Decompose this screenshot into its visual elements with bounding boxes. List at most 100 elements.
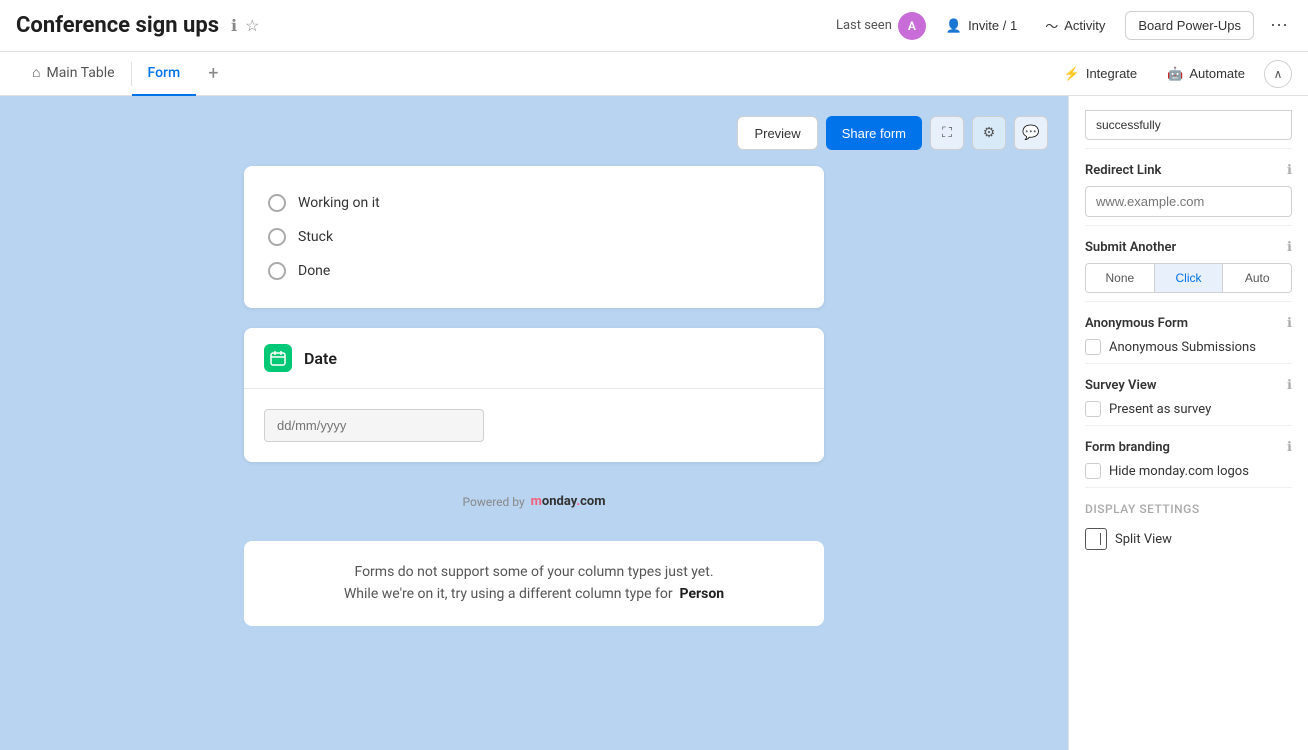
radio-option-stuck: Stuck — [268, 220, 800, 254]
success-text-input[interactable] — [1085, 110, 1292, 140]
hide-logos-checkbox[interactable] — [1085, 463, 1101, 479]
redirect-link-header: Redirect Link ℹ — [1085, 163, 1292, 178]
submit-another-info-icon[interactable]: ℹ — [1287, 240, 1292, 255]
main-content: Preview Share form ⛶ ⚙ 💬 Working on it — [0, 96, 1308, 750]
form-branding-header: Form branding ℹ — [1085, 440, 1292, 455]
radio-label-stuck: Stuck — [298, 229, 333, 245]
page-title: Conference sign ups — [16, 13, 219, 38]
radio-option-working: Working on it — [268, 186, 800, 220]
unsupported-line2: While we're on it, try using a different… — [268, 583, 800, 605]
radio-option-done: Done — [268, 254, 800, 288]
radio-circle-working[interactable] — [268, 194, 286, 212]
anonymous-submissions-label: Anonymous Submissions — [1109, 340, 1256, 355]
activity-icon: 〜 — [1045, 16, 1058, 35]
redirect-link-title: Redirect Link — [1085, 163, 1161, 178]
right-panel: Redirect Link ℹ Submit Another ℹ None Cl… — [1068, 96, 1308, 750]
radio-label-done: Done — [298, 263, 330, 279]
anonymous-form-header: Anonymous Form ℹ — [1085, 316, 1292, 331]
settings-button[interactable]: ⚙ — [972, 116, 1006, 150]
form-branding-section: Form branding ℹ Hide monday.com logos — [1085, 426, 1292, 488]
submit-another-header: Submit Another ℹ — [1085, 240, 1292, 255]
submit-option-none[interactable]: None — [1086, 264, 1155, 292]
automate-icon: 🤖 — [1167, 66, 1183, 82]
automate-label: Automate — [1189, 66, 1245, 81]
redirect-link-input[interactable] — [1085, 186, 1292, 217]
automate-button[interactable]: 🤖 Automate — [1156, 61, 1256, 87]
more-button[interactable]: ⋯ — [1266, 11, 1292, 40]
unsupported-card: Forms do not support some of your column… — [244, 541, 824, 626]
star-icon[interactable]: ☆ — [245, 16, 259, 35]
survey-view-title: Survey View — [1085, 378, 1156, 393]
feedback-button[interactable]: 💬 — [1014, 116, 1048, 150]
hide-logos-row: Hide monday.com logos — [1085, 463, 1292, 479]
preview-button[interactable]: Preview — [737, 116, 817, 150]
invite-label: Invite / 1 — [968, 18, 1017, 33]
invite-button[interactable]: 👤 Invite / 1 — [938, 14, 1025, 38]
anonymous-form-title: Anonymous Form — [1085, 316, 1188, 331]
tab-form[interactable]: Form — [132, 52, 197, 96]
tab-bar: ⌂ Main Table Form + ⚡ Integrate 🤖 Automa… — [0, 52, 1308, 96]
date-card: Date — [244, 328, 824, 462]
display-settings-section: Display Settings Split View — [1085, 488, 1292, 558]
powered-by-text: Powered by — [463, 495, 525, 509]
top-header: Conference sign ups ℹ ☆ Last seen A 👤 In… — [0, 0, 1308, 52]
present-as-survey-label: Present as survey — [1109, 402, 1211, 417]
tab-main-table[interactable]: ⌂ Main Table — [16, 52, 131, 96]
unsupported-line1: Forms do not support some of your column… — [268, 561, 800, 583]
survey-view-header: Survey View ℹ — [1085, 378, 1292, 393]
radio-label-working: Working on it — [298, 195, 380, 211]
form-branding-info-icon[interactable]: ℹ — [1287, 440, 1292, 455]
form-card-container: Working on it Stuck Done — [244, 166, 824, 626]
anonymous-submissions-checkbox[interactable] — [1085, 339, 1101, 355]
powered-by: Powered by monday.com — [244, 482, 824, 521]
person-icon: 👤 — [946, 18, 962, 34]
chat-icon: 💬 — [1022, 125, 1039, 141]
redirect-link-section: Redirect Link ℹ — [1085, 149, 1292, 226]
last-seen: Last seen A — [836, 12, 926, 40]
expand-icon: ⛶ — [942, 125, 952, 141]
split-view-icon — [1085, 528, 1107, 550]
submit-option-auto[interactable]: Auto — [1223, 264, 1291, 292]
success-text-section — [1085, 96, 1292, 149]
collapse-button[interactable]: ∧ — [1264, 60, 1292, 88]
date-input[interactable] — [264, 409, 484, 442]
anonymous-form-info-icon[interactable]: ℹ — [1287, 316, 1292, 331]
submit-option-click[interactable]: Click — [1155, 264, 1224, 292]
submit-another-options: None Click Auto — [1085, 263, 1292, 293]
anonymous-submissions-row: Anonymous Submissions — [1085, 339, 1292, 355]
info-icon[interactable]: ℹ — [231, 16, 237, 35]
radio-options-card: Working on it Stuck Done — [244, 166, 824, 308]
split-view-label: Split View — [1115, 532, 1172, 547]
share-form-button[interactable]: Share form — [826, 116, 922, 150]
expand-button[interactable]: ⛶ — [930, 116, 964, 150]
monday-logo: monday.com — [531, 494, 606, 509]
date-card-body — [244, 389, 824, 462]
integrate-button[interactable]: ⚡ Integrate — [1053, 61, 1149, 87]
activity-label: Activity — [1064, 18, 1105, 33]
date-card-header: Date — [244, 328, 824, 389]
submit-another-section: Submit Another ℹ None Click Auto — [1085, 226, 1292, 302]
header-actions: Last seen A 👤 Invite / 1 〜 Activity Boar… — [836, 11, 1292, 40]
last-seen-label: Last seen — [836, 18, 892, 33]
redirect-info-icon[interactable]: ℹ — [1287, 163, 1292, 178]
survey-view-info-icon[interactable]: ℹ — [1287, 378, 1292, 393]
gear-icon: ⚙ — [983, 125, 996, 141]
anonymous-form-section: Anonymous Form ℹ Anonymous Submissions — [1085, 302, 1292, 364]
form-canvas: Preview Share form ⛶ ⚙ 💬 Working on it — [0, 96, 1068, 750]
activity-button[interactable]: 〜 Activity — [1037, 12, 1113, 39]
hide-logos-label: Hide monday.com logos — [1109, 464, 1249, 479]
avatar: A — [898, 12, 926, 40]
share-form-label: Share form — [842, 126, 906, 141]
radio-circle-stuck[interactable] — [268, 228, 286, 246]
present-as-survey-checkbox[interactable] — [1085, 401, 1101, 417]
display-settings-title: Display Settings — [1085, 502, 1292, 516]
form-toolbar: Preview Share form ⛶ ⚙ 💬 — [0, 116, 1068, 166]
tab-add-button[interactable]: + — [196, 52, 230, 96]
tab-bar-actions: ⚡ Integrate 🤖 Automate ∧ — [1053, 60, 1292, 88]
home-icon: ⌂ — [32, 64, 40, 81]
form-label: Form — [148, 65, 181, 81]
board-powerups-button[interactable]: Board Power-Ups — [1125, 11, 1254, 40]
split-view-inner — [1093, 533, 1101, 545]
radio-circle-done[interactable] — [268, 262, 286, 280]
board-powerups-label: Board Power-Ups — [1138, 18, 1241, 33]
